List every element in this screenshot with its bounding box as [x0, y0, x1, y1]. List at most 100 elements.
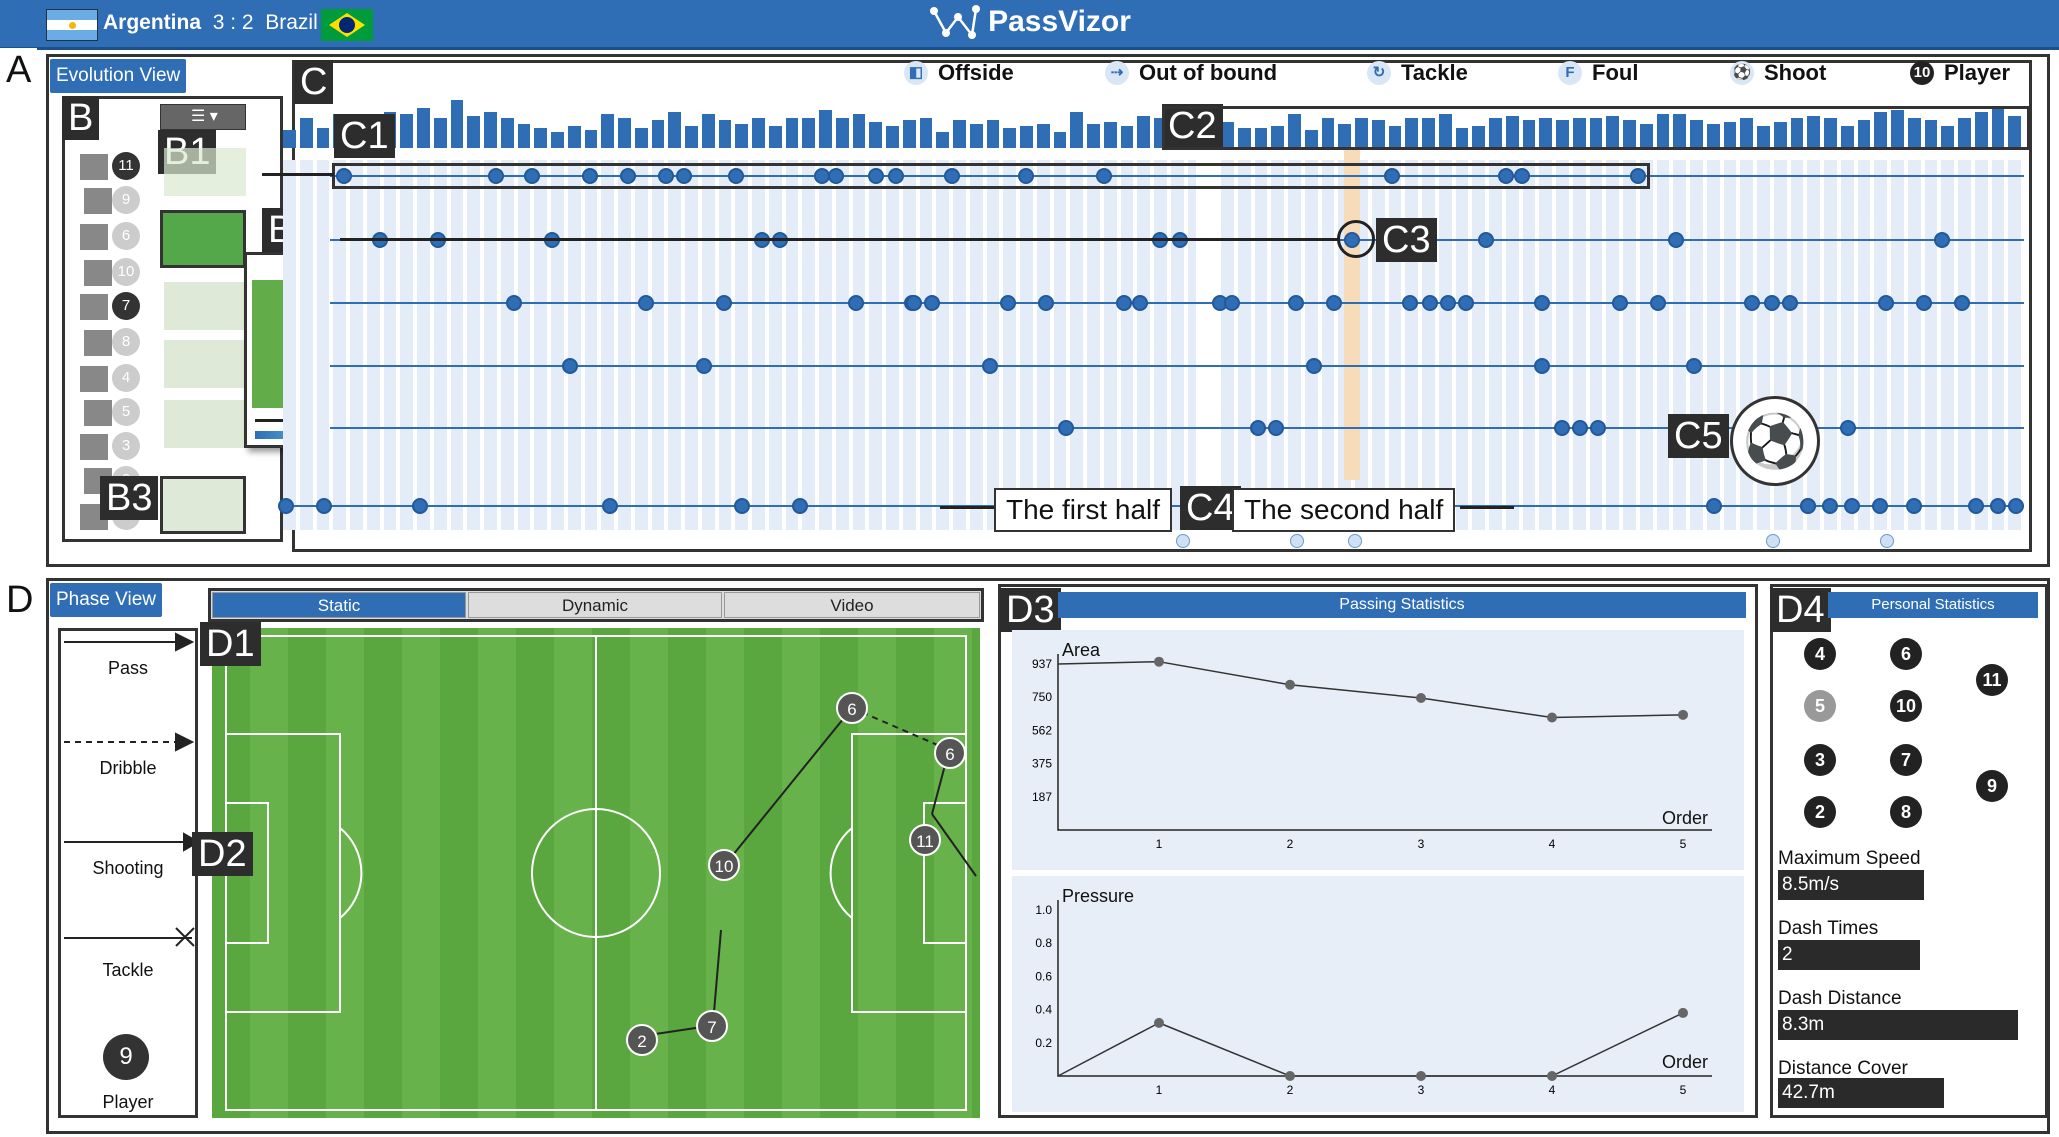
pass-node[interactable]: [1268, 420, 1284, 436]
event-marker-icon[interactable]: [1766, 534, 1780, 548]
pass-node[interactable]: [1800, 498, 1816, 514]
pass-node[interactable]: [1326, 295, 1342, 311]
pass-node[interactable]: [696, 358, 712, 374]
personal-player-6[interactable]: 6: [1890, 638, 1922, 670]
player-number-7[interactable]: 7: [112, 292, 140, 320]
player-number-5[interactable]: 5: [112, 398, 140, 426]
pass-node[interactable]: [1288, 295, 1304, 311]
pass-node[interactable]: [1440, 295, 1456, 311]
pass-node[interactable]: [1668, 232, 1684, 248]
heatmap-thumb[interactable]: [164, 400, 246, 448]
personal-player-11[interactable]: 11: [1976, 664, 2008, 696]
pass-node[interactable]: [982, 358, 998, 374]
pitch-player-6[interactable]: 6: [934, 737, 966, 769]
pass-node[interactable]: [792, 498, 808, 514]
pass-node[interactable]: [1132, 295, 1148, 311]
pass-node[interactable]: [1844, 498, 1860, 514]
data-point[interactable]: [1678, 1007, 1688, 1018]
personal-player-4[interactable]: 4: [1804, 638, 1836, 670]
legend-tackle[interactable]: ↻ Tackle: [1367, 60, 1468, 86]
pass-node[interactable]: [1534, 295, 1550, 311]
pass-node[interactable]: [1422, 295, 1438, 311]
event-marker-icon[interactable]: [1290, 534, 1304, 548]
c3-highlight-ring[interactable]: [1337, 220, 1375, 258]
pass-node[interactable]: [1402, 295, 1418, 311]
data-point[interactable]: [1678, 709, 1688, 720]
pass-node[interactable]: [1822, 498, 1838, 514]
pass-node[interactable]: [1840, 420, 1856, 436]
legend-offside[interactable]: ◧ Offside: [904, 60, 1014, 86]
phase-view-button[interactable]: Phase View: [50, 583, 162, 617]
personal-player-9[interactable]: 9: [1976, 770, 2008, 802]
pitch-player-7[interactable]: 7: [696, 1010, 728, 1042]
pass-node[interactable]: [1872, 498, 1888, 514]
personal-player-7[interactable]: 7: [1890, 744, 1922, 776]
event-marker-icon[interactable]: [1880, 534, 1894, 548]
pass-node[interactable]: [316, 498, 332, 514]
heatmap-thumb[interactable]: [164, 148, 246, 196]
data-point[interactable]: [1416, 1071, 1426, 1081]
heatmap-thumb-selected[interactable]: [160, 210, 246, 268]
sort-dropdown[interactable]: ☰ ▾: [160, 104, 246, 130]
pass-node[interactable]: [1116, 295, 1132, 311]
pass-node[interactable]: [1878, 295, 1894, 311]
legend-foul[interactable]: F Foul: [1558, 60, 1638, 86]
player-number-10[interactable]: 10: [112, 258, 140, 286]
player-number-3[interactable]: 3: [112, 432, 140, 460]
pass-node[interactable]: [1038, 295, 1054, 311]
pass-node[interactable]: [1058, 420, 1074, 436]
legend-shoot[interactable]: ⚽ Shoot: [1730, 60, 1826, 86]
pass-node[interactable]: [1306, 358, 1322, 374]
pass-node[interactable]: [1572, 420, 1588, 436]
pass-node[interactable]: [1990, 498, 2006, 514]
player-number-6[interactable]: 6: [112, 222, 140, 250]
pass-node[interactable]: [602, 498, 618, 514]
pass-node[interactable]: [1686, 358, 1702, 374]
pitch-player-10[interactable]: 10: [708, 849, 740, 881]
pass-node[interactable]: [562, 358, 578, 374]
pass-node[interactable]: [906, 295, 922, 311]
pass-node[interactable]: [1650, 295, 1666, 311]
pass-node[interactable]: [1764, 295, 1780, 311]
heatmap-thumb[interactable]: [164, 282, 246, 330]
pass-node[interactable]: [1554, 420, 1570, 436]
pass-node[interactable]: [1968, 498, 1984, 514]
pass-node[interactable]: [412, 498, 428, 514]
player-number-11[interactable]: 11: [112, 152, 140, 180]
pass-node[interactable]: [1934, 232, 1950, 248]
pass-node[interactable]: [1250, 420, 1266, 436]
pass-node[interactable]: [638, 295, 654, 311]
event-marker-icon[interactable]: [1348, 534, 1362, 548]
pass-node[interactable]: [506, 295, 522, 311]
pass-node[interactable]: [1612, 295, 1628, 311]
legend-out-of-bound[interactable]: ⇢ Out of bound: [1105, 60, 1277, 86]
event-marker-icon[interactable]: [1176, 534, 1190, 548]
player-number-8[interactable]: 8: [112, 328, 140, 356]
heatmap-thumb[interactable]: [160, 476, 246, 534]
personal-player-8[interactable]: 8: [1890, 796, 1922, 828]
player-number-4[interactable]: 4: [112, 364, 140, 392]
pitch-player-2[interactable]: 2: [626, 1024, 658, 1056]
pass-node[interactable]: [1706, 498, 1722, 514]
pass-node[interactable]: [1744, 295, 1760, 311]
pass-node[interactable]: [1478, 232, 1494, 248]
pass-node[interactable]: [1590, 420, 1606, 436]
pass-node[interactable]: [924, 295, 940, 311]
pitch-player-6[interactable]: 6: [836, 692, 868, 724]
pass-node[interactable]: [734, 498, 750, 514]
legend-player[interactable]: 10 Player: [1910, 60, 2010, 86]
data-point[interactable]: [1285, 679, 1295, 690]
pass-node[interactable]: [278, 498, 294, 514]
data-point[interactable]: [1154, 1017, 1164, 1028]
pass-node[interactable]: [1954, 295, 1970, 311]
pass-node[interactable]: [1458, 295, 1474, 311]
personal-player-3[interactable]: 3: [1804, 744, 1836, 776]
pass-node[interactable]: [848, 295, 864, 311]
personal-player-10[interactable]: 10: [1890, 690, 1922, 722]
pass-node[interactable]: [2008, 498, 2024, 514]
evolution-view-button[interactable]: Evolution View: [50, 59, 187, 93]
data-point[interactable]: [1547, 1071, 1557, 1081]
pass-node[interactable]: [1916, 295, 1932, 311]
data-point[interactable]: [1547, 712, 1557, 723]
player-number-9[interactable]: 9: [112, 186, 140, 214]
